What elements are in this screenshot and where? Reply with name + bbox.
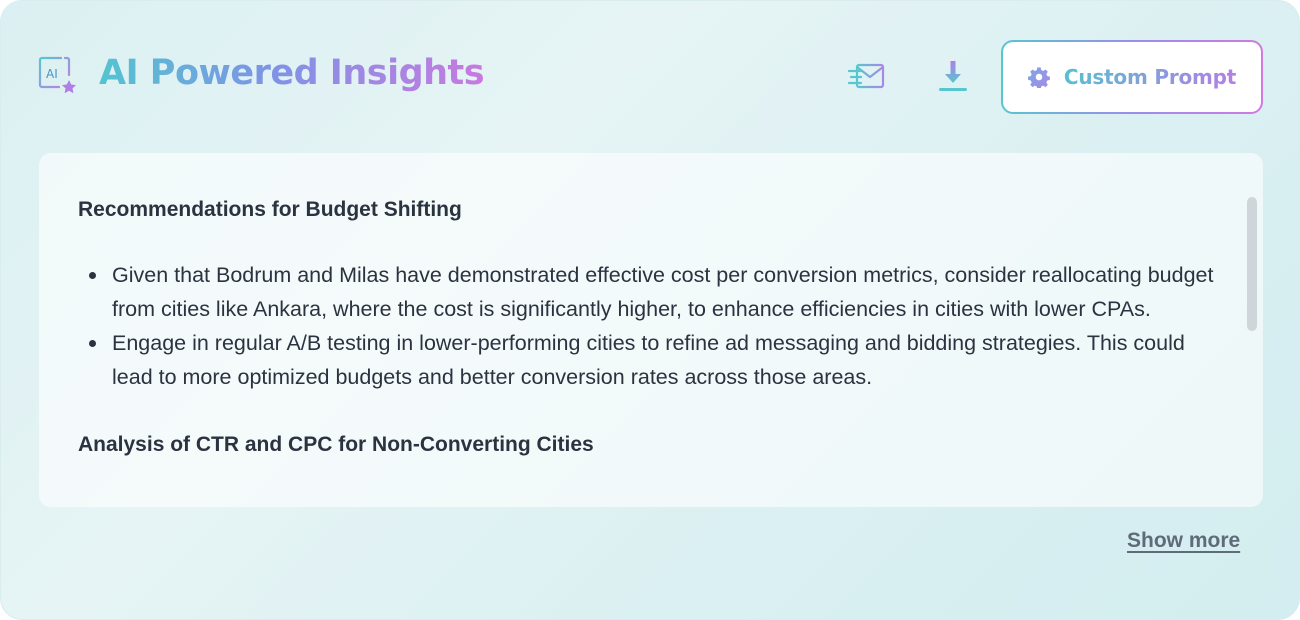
custom-prompt-button[interactable]: Custom Prompt [1001,40,1263,114]
list-item: Engage in regular A/B testing in lower-p… [78,326,1228,394]
card-header: AI AI Powered Insights Custom Prompt [37,39,1263,115]
section-heading: Recommendations for Budget Shifting [78,198,462,221]
insights-content: Recommendations for Budget Shifting Give… [78,193,1228,462]
insights-panel: Recommendations for Budget Shifting Give… [39,153,1263,507]
custom-prompt-label: Custom Prompt [1063,65,1237,89]
svg-text:AI: AI [46,67,58,81]
bullet-list: Given that Bodrum and Milas have demonst… [78,258,1228,394]
show-more-link[interactable]: Show more [1127,529,1240,553]
download-icon [939,61,967,91]
mail-icon [847,63,885,89]
custom-prompt-button-inner: Custom Prompt [1003,42,1261,112]
section-heading: Analysis of CTR and CPC for Non-Converti… [78,433,594,456]
page-title: AI Powered Insights [99,53,485,93]
list-item: Given that Bodrum and Milas have demonst… [78,258,1228,326]
email-button[interactable] [847,57,887,97]
ai-insights-card: AI AI Powered Insights Custom Prompt Rec… [0,0,1300,620]
gear-icon [1027,67,1050,88]
download-button[interactable] [933,57,973,97]
ai-sparkle-icon: AI [38,56,76,94]
scrollbar-thumb[interactable] [1247,197,1257,331]
